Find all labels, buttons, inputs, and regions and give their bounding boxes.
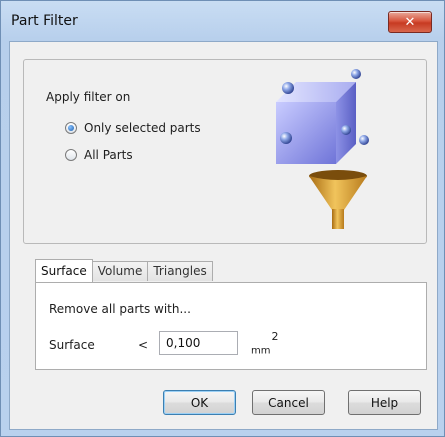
- less-than-operator: <: [138, 338, 149, 352]
- tab-surface[interactable]: Surface: [35, 259, 93, 282]
- radio-only-selected-parts[interactable]: Only selected parts: [65, 121, 201, 135]
- ok-button[interactable]: OK: [163, 390, 236, 415]
- close-button[interactable]: ✕: [388, 11, 432, 33]
- surface-unit-label: mm2: [251, 330, 279, 357]
- cube-with-funnel-icon: [276, 69, 369, 229]
- tab-volume[interactable]: Volume: [91, 261, 149, 281]
- close-icon: ✕: [404, 14, 416, 30]
- help-button[interactable]: Help: [348, 390, 421, 415]
- surface-tab-panel: [35, 282, 427, 370]
- tab-triangles[interactable]: Triangles: [147, 261, 213, 281]
- cancel-button[interactable]: Cancel: [252, 390, 325, 415]
- radio-label-only-selected-parts: Only selected parts: [84, 121, 201, 135]
- remove-parts-heading: Remove all parts with...: [49, 302, 191, 316]
- title-bar[interactable]: Part Filter ✕: [1, 1, 444, 41]
- surface-threshold-input[interactable]: [159, 331, 238, 355]
- radio-all-parts[interactable]: All Parts: [65, 148, 133, 162]
- radio-button-checked[interactable]: [65, 122, 77, 134]
- window-title: Part Filter: [11, 13, 78, 29]
- surface-field-label: Surface: [49, 338, 95, 352]
- radio-button-unchecked[interactable]: [65, 149, 77, 161]
- radio-label-all-parts: All Parts: [84, 148, 133, 162]
- apply-filter-label: Apply filter on: [46, 90, 131, 104]
- filter-tabs: Surface Volume Triangles: [35, 259, 213, 283]
